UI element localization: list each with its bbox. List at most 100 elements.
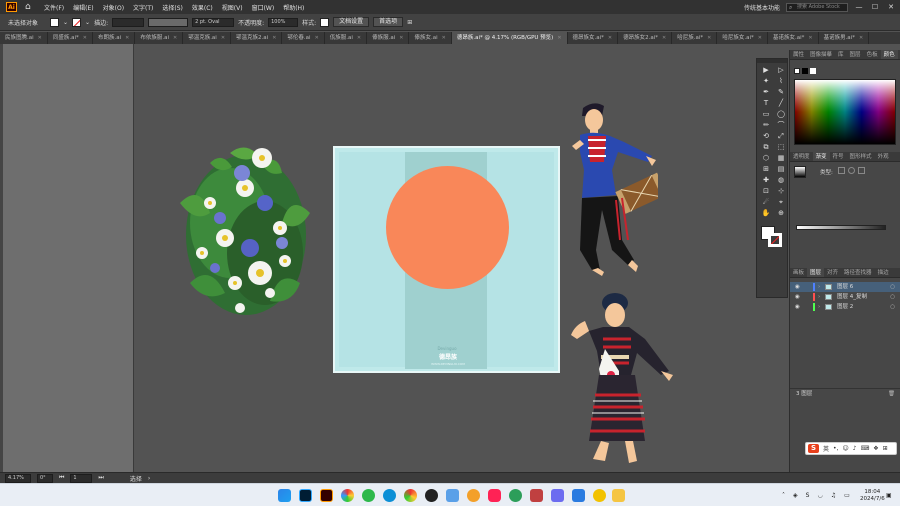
tab-document[interactable]: 佤族服.ai ✕ xyxy=(325,32,368,44)
tab-image-trace[interactable]: 图像描摹 xyxy=(807,50,835,59)
layer-row[interactable]: ◉ › 图层 6 ○ xyxy=(790,282,900,292)
color-spectrum[interactable] xyxy=(794,79,896,145)
layer-row[interactable]: ◉ › 图层 2 ○ xyxy=(790,302,900,312)
sogou-icon[interactable]: S xyxy=(808,444,819,453)
rotate-icon[interactable]: ⟲ xyxy=(760,131,772,141)
gradient-slider[interactable] xyxy=(796,225,886,230)
freeform-gradient-button[interactable] xyxy=(858,167,865,174)
keyboard-icon[interactable]: ⌨ xyxy=(861,445,870,452)
app-icon[interactable] xyxy=(593,489,606,502)
hand-icon[interactable]: ✋ xyxy=(760,208,772,218)
app-icon[interactable] xyxy=(551,489,564,502)
photoshop-icon[interactable] xyxy=(299,489,312,502)
female-figure-illustration[interactable] xyxy=(565,291,677,469)
layer-row[interactable]: ◉ › 图层 4_复制 ○ xyxy=(790,292,900,302)
tab-transparency[interactable]: 透明度 xyxy=(790,152,813,161)
blend-icon[interactable]: ▤ xyxy=(775,164,787,174)
notification-icon[interactable]: ▣ xyxy=(886,484,892,506)
stroke-weight-input[interactable] xyxy=(112,17,145,27)
chevron-right-icon[interactable]: › xyxy=(818,292,820,302)
colorful-app-icon[interactable] xyxy=(341,489,354,502)
eye-icon[interactable]: ◉ xyxy=(795,282,800,292)
tab-document[interactable]: 哈尼族.ai* ✕ xyxy=(672,32,718,44)
slice-icon[interactable]: ⊹ xyxy=(775,186,787,196)
tab-document[interactable]: 鄂温克族2.ai ✕ xyxy=(231,32,283,44)
edge-icon[interactable] xyxy=(383,489,396,502)
tab-document[interactable]: 哈尼族女.ai* ✕ xyxy=(717,32,768,44)
symbol-sprayer-icon[interactable]: ✚ xyxy=(760,175,772,185)
type-icon[interactable]: T xyxy=(760,98,772,108)
menu-type[interactable]: 文字(T) xyxy=(133,3,153,12)
close-icon[interactable]: ✕ xyxy=(758,32,762,44)
rectangle-icon[interactable]: ▭ xyxy=(760,109,772,119)
chevron-up-icon[interactable]: ˄ xyxy=(782,492,785,499)
brush-icon[interactable]: ⌒ xyxy=(775,120,787,130)
app-icon[interactable] xyxy=(467,489,480,502)
wechat-icon[interactable] xyxy=(362,489,375,502)
close-icon[interactable]: ✕ xyxy=(221,32,225,44)
linear-gradient-button[interactable] xyxy=(838,167,845,174)
tab-align[interactable]: 对齐 xyxy=(824,268,841,277)
close-icon[interactable]: ✕ xyxy=(272,32,276,44)
menu-edit[interactable]: 编辑(E) xyxy=(73,3,93,12)
last-artboard-icon[interactable]: ⏭ xyxy=(98,474,103,482)
tab-appearance[interactable]: 外观 xyxy=(875,152,892,161)
perspective-icon[interactable]: ⬚ xyxy=(775,142,787,152)
close-icon[interactable]: ✕ xyxy=(808,32,812,44)
arrange-icon[interactable]: ⊞ xyxy=(407,19,412,26)
app-icon[interactable] xyxy=(509,489,522,502)
grid-icon[interactable]: ⊞ xyxy=(883,445,888,452)
curvature-icon[interactable]: ✎ xyxy=(775,87,787,97)
qq-icon[interactable] xyxy=(425,489,438,502)
tab-document[interactable]: 傣族女.ai ✕ xyxy=(409,32,452,44)
tab-document[interactable]: 德昂族女2.ai* ✕ xyxy=(618,32,673,44)
graphic-style-swatch[interactable] xyxy=(320,17,330,27)
tab-artboards[interactable]: 画板 xyxy=(790,268,807,277)
color-white-mini[interactable] xyxy=(810,68,816,74)
gradient-preview[interactable] xyxy=(794,166,806,178)
eye-icon[interactable]: ◉ xyxy=(795,302,800,312)
close-icon[interactable]: ✕ xyxy=(173,32,177,44)
close-icon[interactable]: ✕ xyxy=(608,32,612,44)
tab-layers-alt[interactable]: 图层 xyxy=(847,50,864,59)
tab-document[interactable]: 德昂族女.ai* ✕ xyxy=(568,32,619,44)
app-icon[interactable] xyxy=(446,489,459,502)
zoom-dropdown[interactable]: 4.17% xyxy=(5,473,31,483)
tab-document-active[interactable]: 德昂族.ai* @ 4.17% (RGB/GPU 预览) ✕ xyxy=(451,32,568,44)
chevron-right-icon[interactable]: › xyxy=(818,282,820,292)
color-fill-mini[interactable] xyxy=(794,68,800,74)
tab-symbols[interactable]: 符号 xyxy=(830,152,847,161)
close-icon[interactable]: ✕ xyxy=(662,32,666,44)
paint-icon[interactable] xyxy=(530,489,543,502)
workspace-switcher[interactable]: 传统基本功能 xyxy=(744,3,780,12)
preferences-button[interactable]: 首选项 xyxy=(373,17,404,27)
close-icon[interactable]: ✕ xyxy=(707,32,711,44)
chevron-down-icon[interactable]: ⌄ xyxy=(63,19,68,26)
tab-document[interactable]: 民族图腾.ai ✕ xyxy=(0,32,48,44)
rotate-view-dropdown[interactable]: 0° xyxy=(37,473,53,483)
tab-libraries[interactable]: 库 xyxy=(835,50,847,59)
menu-window[interactable]: 窗口(W) xyxy=(252,3,275,12)
menu-select[interactable]: 选择(S) xyxy=(162,3,183,12)
music-icon[interactable] xyxy=(488,489,501,502)
tab-document[interactable]: 基诺族女.ai* ✕ xyxy=(768,32,819,44)
tab-layers[interactable]: 图层 xyxy=(807,268,825,277)
direct-selection-icon[interactable]: ▷ xyxy=(775,65,787,75)
folder-icon[interactable] xyxy=(612,489,625,502)
tab-stroke[interactable]: 描边 xyxy=(875,268,892,277)
ime-language[interactable]: 英 xyxy=(823,444,829,453)
eye-icon[interactable]: ◉ xyxy=(795,292,800,302)
menu-view[interactable]: 视图(V) xyxy=(222,3,243,12)
wifi-icon[interactable]: ◡ xyxy=(817,492,822,499)
tab-document[interactable]: 鄂伦春.ai ✕ xyxy=(282,32,325,44)
tab-document[interactable]: 傣族服.ai ✕ xyxy=(367,32,410,44)
line-icon[interactable]: ╱ xyxy=(775,98,787,108)
close-icon[interactable]: ✕ xyxy=(442,32,446,44)
target-icon[interactable]: ○ xyxy=(890,292,895,302)
emoji-icon[interactable]: ☺ xyxy=(842,445,848,452)
tab-document[interactable]: 布朗族.ai ✕ xyxy=(93,32,136,44)
tab-properties[interactable]: 属性 xyxy=(790,50,807,59)
tab-document[interactable]: 鄂温克族.ai ✕ xyxy=(183,32,232,44)
male-drummer-illustration[interactable] xyxy=(566,100,658,285)
chevron-down-icon[interactable]: ⌄ xyxy=(85,19,90,26)
